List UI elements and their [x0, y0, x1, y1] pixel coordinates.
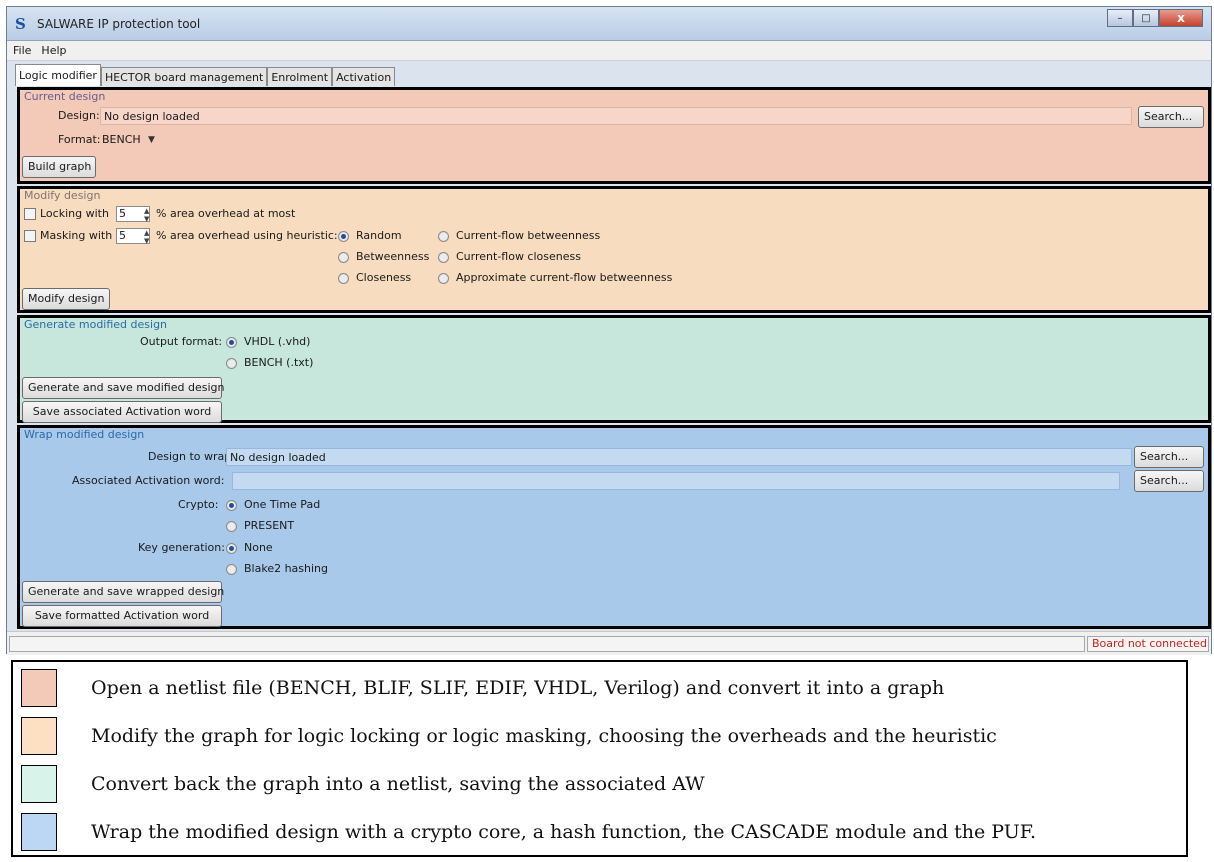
output-bench-radio[interactable]: [226, 358, 237, 369]
heuristic-cf-closeness-label: Current-flow closeness: [456, 250, 581, 263]
heuristic-random-label: Random: [356, 229, 402, 242]
masking-suffix: % area overhead using heuristic:: [156, 229, 338, 242]
modify-design-title: Modify design: [24, 189, 101, 202]
legend-item: Open a netlist file (BENCH, BLIF, SLIF, …: [21, 668, 944, 708]
heuristic-cf-betweenness-radio[interactable]: [438, 231, 449, 242]
current-design-title: Current design: [24, 90, 106, 103]
masking-checkbox[interactable]: [24, 230, 36, 242]
legend-text: Wrap the modified design with a crypto c…: [91, 821, 1037, 843]
chevron-down-icon[interactable]: ▼: [148, 135, 155, 145]
wrap-design-search-button[interactable]: Search...: [1134, 446, 1204, 468]
heuristic-approx-cf-betweenness-label: Approximate current-flow betweenness: [456, 271, 673, 284]
legend-item: Convert back the graph into a netlist, s…: [21, 764, 705, 804]
tab-enrolment[interactable]: Enrolment: [267, 67, 333, 86]
legend-box: Open a netlist file (BENCH, BLIF, SLIF, …: [11, 660, 1188, 857]
tab-logic-modifier[interactable]: Logic modifier: [15, 64, 101, 86]
legend-item: Wrap the modified design with a crypto c…: [21, 812, 1036, 852]
keygen-blake2-radio[interactable]: [226, 564, 237, 575]
window-title: SALWARE IP protection tool: [37, 17, 201, 31]
status-message: [9, 636, 1085, 652]
generate-design-group: Generate modified design Output format: …: [17, 315, 1211, 423]
legend-swatch: [21, 765, 57, 803]
modify-design-group: Modify design Locking with 5 ▲ ▼ % area o…: [17, 186, 1211, 313]
crypto-otp-radio[interactable]: [226, 500, 237, 511]
crypto-otp-label: One Time Pad: [244, 498, 321, 511]
status-bar: Board not connected: [7, 631, 1211, 655]
heuristic-closeness-radio[interactable]: [338, 273, 349, 284]
keygen-none-radio[interactable]: [226, 543, 237, 554]
board-status: Board not connected: [1087, 636, 1209, 652]
spinner-arrows-icon[interactable]: ▲ ▼: [144, 207, 154, 223]
heuristic-random-radio[interactable]: [338, 231, 349, 242]
minimize-button[interactable]: –: [1107, 9, 1133, 27]
activation-word-label: Associated Activation word:: [72, 474, 225, 487]
tab-bar: Logic modifier HECTOR board management E…: [15, 64, 396, 86]
output-vhdl-radio[interactable]: [226, 337, 237, 348]
keygen-blake2-label: Blake2 hashing: [244, 562, 329, 575]
generate-wrapped-design-button[interactable]: Generate and save wrapped design: [22, 581, 224, 603]
heuristic-betweenness-radio[interactable]: [338, 252, 349, 263]
legend-swatch: [21, 813, 57, 851]
generate-modified-design-button[interactable]: Generate and save modified design: [22, 377, 224, 399]
locking-checkbox[interactable]: [24, 208, 36, 220]
keygen-none-label: None: [244, 541, 273, 554]
app-logo-icon: S: [15, 15, 26, 33]
crypto-label: Crypto:: [178, 498, 219, 511]
heuristic-cf-closeness-radio[interactable]: [438, 252, 449, 263]
locking-label: Locking with: [40, 207, 109, 220]
modify-design-button[interactable]: Modify design: [22, 288, 110, 310]
menu-help[interactable]: Help: [41, 44, 66, 57]
wrap-design-title: Wrap modified design: [24, 428, 145, 441]
current-design-group: Current design Design: No design loaded …: [17, 87, 1211, 184]
crypto-present-label: PRESENT: [244, 519, 295, 532]
design-label: Design:: [58, 109, 100, 122]
legend-text: Open a netlist file (BENCH, BLIF, SLIF, …: [91, 677, 945, 699]
format-select[interactable]: BENCH: [102, 133, 141, 146]
key-generation-label: Key generation:: [138, 541, 225, 554]
heuristic-cf-betweenness-label: Current-flow betweenness: [456, 229, 601, 242]
legend-item: Modify the graph for logic locking or lo…: [21, 716, 997, 756]
output-bench-label: BENCH (.txt): [244, 356, 314, 369]
generate-design-title: Generate modified design: [24, 318, 168, 331]
legend-swatch: [21, 717, 57, 755]
masking-label: Masking with: [40, 229, 113, 242]
heuristic-approx-cf-betweenness-radio[interactable]: [438, 273, 449, 284]
spinner-arrows-icon[interactable]: ▲ ▼: [144, 229, 154, 245]
legend-text: Modify the graph for logic locking or lo…: [91, 725, 997, 747]
tab-hector-board[interactable]: HECTOR board management: [100, 67, 268, 86]
app-window: S SALWARE IP protection tool – □ x File …: [6, 6, 1212, 655]
window-controls: – □ x: [1107, 9, 1203, 29]
heuristic-closeness-label: Closeness: [356, 271, 412, 284]
save-activation-word-button[interactable]: Save associated Activation word: [22, 401, 222, 423]
locking-suffix: % area overhead at most: [156, 207, 296, 220]
activation-word-search-button[interactable]: Search...: [1134, 470, 1204, 492]
design-to-wrap-label: Design to wrap:: [148, 450, 235, 463]
close-button[interactable]: x: [1159, 9, 1203, 27]
crypto-present-radio[interactable]: [226, 521, 237, 532]
format-label: Format:: [58, 133, 101, 146]
output-vhdl-label: VHDL (.vhd): [244, 335, 311, 348]
heuristic-betweenness-label: Betweenness: [356, 250, 430, 263]
maximize-button[interactable]: □: [1133, 9, 1159, 27]
tab-activation[interactable]: Activation: [332, 67, 396, 86]
wrap-design-group: Wrap modified design Design to wrap: No …: [17, 425, 1211, 629]
menu-file[interactable]: File: [13, 44, 31, 57]
design-path-field[interactable]: No design loaded: [100, 107, 1132, 125]
design-to-wrap-field[interactable]: No design loaded: [226, 448, 1132, 466]
save-formatted-activation-word-button[interactable]: Save formatted Activation word: [22, 605, 222, 627]
activation-word-field[interactable]: [232, 472, 1120, 490]
title-bar: S SALWARE IP protection tool – □ x: [7, 7, 1211, 41]
output-format-label: Output format:: [140, 335, 223, 348]
legend-text: Convert back the graph into a netlist, s…: [91, 773, 705, 795]
build-graph-button[interactable]: Build graph: [22, 156, 96, 178]
legend-swatch: [21, 669, 57, 707]
design-search-button[interactable]: Search...: [1138, 106, 1204, 128]
menu-bar: File Help: [7, 41, 1211, 61]
